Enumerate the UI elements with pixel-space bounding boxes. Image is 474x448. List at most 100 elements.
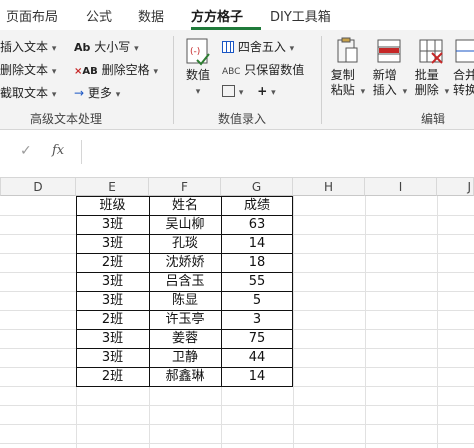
table-border — [292, 196, 293, 387]
chevron-down-icon: ▾ — [360, 87, 366, 97]
insert-rows-icon — [377, 39, 401, 63]
table-cell[interactable]: 3班 — [76, 329, 149, 348]
confirm-check-icon[interactable]: ✓ — [20, 143, 32, 159]
tab-formulas[interactable]: 公式 — [86, 6, 112, 25]
column-header-I[interactable]: I — [365, 178, 437, 196]
table-border — [76, 367, 293, 368]
merge-convert-button[interactable]: 合并转换 — [452, 36, 474, 98]
tab-diy-toolbox[interactable]: DIY工具箱 — [270, 6, 331, 25]
column-header-F[interactable]: F — [149, 178, 221, 196]
grid-round-icon — [222, 41, 234, 53]
group-label-number: 数值录入 — [218, 112, 267, 126]
table-cell[interactable]: 3班 — [76, 348, 149, 367]
table-border — [76, 234, 293, 235]
insert-text-button[interactable]: 插入文本 ▾ — [0, 38, 56, 55]
merge-convert-label: 合并转换 — [453, 68, 474, 97]
table-cell[interactable]: 郝鑫琳 — [149, 367, 221, 386]
ribbon: 插入文本 ▾ 删除文本 ▾ 截取文本 ▾ Ab 大小写 ▾ ×AB 删除空格 ▾… — [0, 30, 474, 130]
table-cell[interactable]: 14 — [221, 367, 293, 386]
table-border — [76, 215, 293, 216]
column-header-J[interactable]: J — [437, 178, 474, 196]
table-cell[interactable]: 卫静 — [149, 348, 221, 367]
column-header-E[interactable]: E — [76, 178, 149, 196]
round-button[interactable]: 四舍五入 ▾ — [222, 38, 294, 55]
table-border — [221, 196, 222, 387]
table-border — [76, 196, 293, 197]
column-header-D[interactable]: D — [0, 178, 76, 196]
gridline — [0, 443, 474, 444]
case-button[interactable]: Ab 大小写 ▾ — [74, 38, 139, 55]
table-cell[interactable]: 55 — [221, 272, 293, 291]
batch-delete-button[interactable]: 批量删除 ▾ — [411, 36, 451, 100]
table-cell[interactable]: 63 — [221, 215, 293, 234]
extract-text-button[interactable]: 截取文本 ▾ — [0, 84, 56, 101]
chevron-down-icon[interactable]: ▾ — [239, 88, 244, 98]
abc-icon: ABC — [222, 67, 241, 77]
tab-fangfang-gezi[interactable]: 方方格子 — [191, 6, 243, 25]
group-label-text: 高级文本处理 — [30, 112, 103, 126]
formula-input[interactable] — [88, 140, 474, 164]
table-cell[interactable]: 2班 — [76, 367, 149, 386]
merge-convert-icon — [455, 39, 474, 63]
table-border — [76, 386, 293, 387]
chevron-down-icon: ▾ — [289, 44, 295, 54]
table-cell[interactable]: 陈显 — [149, 291, 221, 310]
table-cell[interactable]: 姜蓉 — [149, 329, 221, 348]
tab-data[interactable]: 数据 — [138, 6, 164, 25]
table-cell[interactable]: 75 — [221, 329, 293, 348]
keep-numeric-button[interactable]: ABC 只保留数值 — [222, 61, 304, 78]
chevron-down-icon[interactable]: ▾ — [271, 88, 276, 98]
table-border — [76, 253, 293, 254]
input-tools-row: ▾ + ▾ — [222, 84, 276, 98]
batch-delete-icon — [419, 39, 443, 64]
table-cell[interactable]: 5 — [221, 291, 293, 310]
column-header-G[interactable]: G — [221, 178, 293, 196]
table-cell[interactable]: 2班 — [76, 310, 149, 329]
edit-cell-icon[interactable] — [222, 85, 235, 97]
table-header-name[interactable]: 姓名 — [149, 196, 221, 215]
table-cell[interactable]: 3班 — [76, 234, 149, 253]
chevron-down-icon: ▾ — [134, 44, 139, 54]
table-cell[interactable]: 18 — [221, 253, 293, 272]
insert-new-label: 新增插入 — [372, 68, 397, 97]
numeric-icon: (-) — [186, 38, 210, 66]
insert-new-button[interactable]: 新增插入 ▾ — [369, 36, 409, 100]
arrow-right-icon: → — [74, 86, 85, 100]
chevron-down-icon: ▾ — [51, 44, 57, 54]
table-border — [76, 272, 293, 273]
table-cell[interactable]: 44 — [221, 348, 293, 367]
table-cell[interactable]: 14 — [221, 234, 293, 253]
gridline — [0, 424, 474, 425]
insert-function-icon[interactable]: fx — [52, 143, 64, 158]
table-header-score[interactable]: 成绩 — [221, 196, 293, 215]
table-cell[interactable]: 2班 — [76, 253, 149, 272]
table-cell[interactable]: 3班 — [76, 272, 149, 291]
table-cell[interactable]: 孔琰 — [149, 234, 221, 253]
delete-text-button[interactable]: 删除文本 ▾ — [0, 61, 56, 78]
formula-bar: ✓ fx — [0, 130, 474, 178]
table-cell[interactable]: 沈娇娇 — [149, 253, 221, 272]
chevron-down-icon: ▾ — [51, 90, 57, 100]
table-border — [76, 348, 293, 349]
formula-bar-controls: ✓ fx — [0, 140, 82, 164]
more-button[interactable]: → 更多 ▾ — [74, 84, 120, 101]
ribbon-separator — [321, 36, 322, 124]
chevron-down-icon: ▾ — [153, 67, 158, 77]
table-cell[interactable]: 3班 — [76, 291, 149, 310]
column-header-H[interactable]: H — [293, 178, 365, 196]
table-cell[interactable]: 3 — [221, 310, 293, 329]
table-cell[interactable]: 3班 — [76, 215, 149, 234]
ab-delete-spaces-icon: ×AB — [74, 66, 98, 77]
delete-spaces-button[interactable]: ×AB 删除空格 ▾ — [74, 61, 158, 78]
table-cell[interactable]: 许玉亭 — [149, 310, 221, 329]
table-cell[interactable]: 吕含玉 — [149, 272, 221, 291]
svg-text:(-): (-) — [190, 47, 200, 57]
plus-icon[interactable]: + — [257, 84, 267, 98]
table-header-class[interactable]: 班级 — [76, 196, 149, 215]
clipboard-icon — [337, 37, 358, 63]
tab-page-layout[interactable]: 页面布局 — [6, 6, 58, 25]
table-cell[interactable]: 吴山柳 — [149, 215, 221, 234]
table-border — [76, 196, 77, 387]
copy-paste-button[interactable]: 复制粘贴 ▾ — [327, 36, 367, 100]
numeric-button[interactable]: (-) 数值 ▾ — [180, 36, 216, 100]
